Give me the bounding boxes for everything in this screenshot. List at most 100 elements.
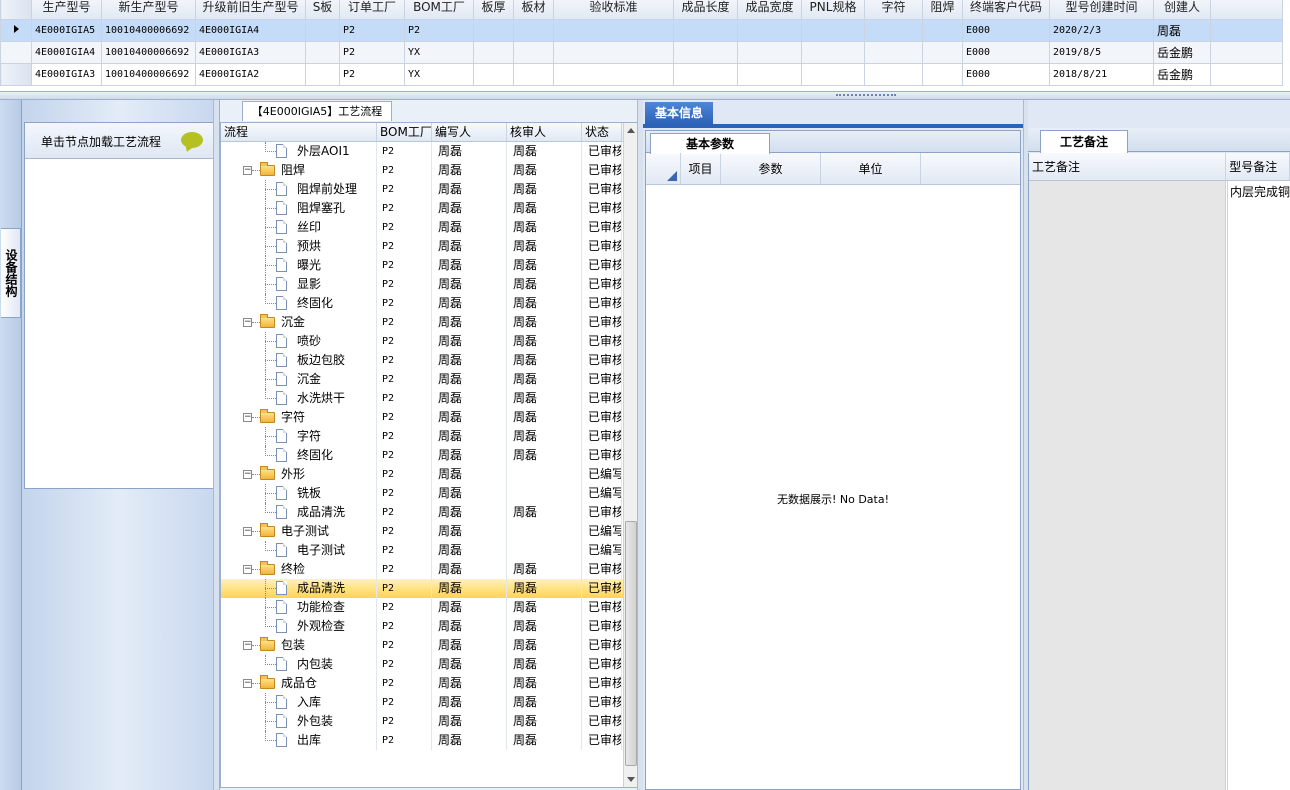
table-cell[interactable]: E000 xyxy=(962,63,1050,86)
writer-cell[interactable]: 周磊 xyxy=(432,712,507,731)
status-cell[interactable]: 已审核 xyxy=(582,389,622,408)
col-header[interactable]: 订单工厂 xyxy=(339,0,405,20)
tree-folder-row[interactable]: − 阻焊 P2 周磊 周磊 已审核 xyxy=(221,161,638,180)
col-header[interactable]: PNL规格 xyxy=(801,0,865,20)
writer-cell[interactable]: 周磊 xyxy=(432,142,507,161)
writer-cell[interactable]: 周磊 xyxy=(432,560,507,579)
tree-leaf-row[interactable]: 入库 P2 周磊 周磊 已审核 xyxy=(221,693,638,712)
status-cell[interactable]: 已审核 xyxy=(582,427,622,446)
table-cell[interactable] xyxy=(737,63,802,86)
reviewer-cell[interactable]: 周磊 xyxy=(507,237,582,256)
writer-cell[interactable]: 周磊 xyxy=(432,674,507,693)
reviewer-cell[interactable] xyxy=(507,465,582,484)
collapse-toggle-icon[interactable]: − xyxy=(243,166,252,175)
table-cell[interactable] xyxy=(801,19,865,42)
status-cell[interactable]: 已审核 xyxy=(582,712,622,731)
tree-node[interactable]: − 外形 xyxy=(221,465,377,484)
writer-cell[interactable]: 周磊 xyxy=(432,199,507,218)
tree-leaf-row[interactable]: 铣板 P2 周磊 已编写 xyxy=(221,484,638,503)
reviewer-cell[interactable]: 周磊 xyxy=(507,655,582,674)
tree-leaf-row[interactable]: 阻焊塞孔 P2 周磊 周磊 已审核 xyxy=(221,199,638,218)
writer-cell[interactable]: 周磊 xyxy=(432,636,507,655)
status-cell[interactable]: 已审核 xyxy=(582,294,622,313)
writer-cell[interactable]: 周磊 xyxy=(432,180,507,199)
reviewer-cell[interactable] xyxy=(507,522,582,541)
table-cell[interactable]: 4E000IGIA2 xyxy=(195,63,306,86)
writer-cell[interactable]: 周磊 xyxy=(432,731,507,750)
tree-node[interactable]: 终固化 xyxy=(221,446,377,465)
col-header-bom[interactable]: BOM工厂 xyxy=(377,123,432,141)
col-header[interactable]: 创建人 xyxy=(1153,0,1211,20)
tree-leaf-row[interactable]: 功能检查 P2 周磊 周磊 已审核 xyxy=(221,598,638,617)
tab-basic-info[interactable]: 基本信息 xyxy=(645,102,713,124)
status-cell[interactable]: 已审核 xyxy=(582,617,622,636)
row-header[interactable] xyxy=(0,41,32,64)
col-header[interactable]: 成品长度 xyxy=(673,0,738,20)
status-cell[interactable]: 已审核 xyxy=(582,180,622,199)
reviewer-cell[interactable] xyxy=(507,484,582,503)
tree-leaf-row[interactable]: 预烘 P2 周磊 周磊 已审核 xyxy=(221,237,638,256)
current-row-arrow-icon[interactable] xyxy=(0,19,32,42)
reviewer-cell[interactable]: 周磊 xyxy=(507,579,582,598)
table-cell[interactable] xyxy=(864,41,923,64)
table-cell[interactable]: P2 xyxy=(339,19,405,42)
tree-folder-row[interactable]: − 终检 P2 周磊 周磊 已审核 xyxy=(221,560,638,579)
bom-cell[interactable]: P2 xyxy=(377,370,432,389)
table-cell[interactable] xyxy=(673,63,738,86)
tree-leaf-row[interactable]: 显影 P2 周磊 周磊 已审核 xyxy=(221,275,638,294)
bom-cell[interactable]: P2 xyxy=(377,313,432,332)
writer-cell[interactable]: 周磊 xyxy=(432,237,507,256)
scroll-up-icon[interactable] xyxy=(627,128,635,133)
tree-node[interactable]: − 包装 xyxy=(221,636,377,655)
status-cell[interactable]: 已审核 xyxy=(582,674,622,693)
table-cell[interactable]: 2019/8/5 xyxy=(1049,41,1154,64)
reviewer-cell[interactable]: 周磊 xyxy=(507,142,582,161)
reviewer-cell[interactable]: 周磊 xyxy=(507,370,582,389)
bom-cell[interactable]: P2 xyxy=(377,180,432,199)
status-cell[interactable]: 已审核 xyxy=(582,199,622,218)
bom-cell[interactable]: P2 xyxy=(377,294,432,313)
tree-node[interactable]: 功能检查 xyxy=(221,598,377,617)
reviewer-cell[interactable]: 周磊 xyxy=(507,674,582,693)
writer-cell[interactable]: 周磊 xyxy=(432,332,507,351)
bom-cell[interactable]: P2 xyxy=(377,351,432,370)
tree-node[interactable]: 字符 xyxy=(221,427,377,446)
collapse-toggle-icon[interactable]: − xyxy=(243,527,252,536)
col-header-unit[interactable]: 单位 xyxy=(821,153,921,184)
tree-scrollbar[interactable] xyxy=(623,123,638,787)
bom-cell[interactable]: P2 xyxy=(377,275,432,294)
reviewer-cell[interactable]: 周磊 xyxy=(507,218,582,237)
table-cell[interactable] xyxy=(473,19,514,42)
row-header[interactable] xyxy=(0,63,32,86)
table-row[interactable]: 4E000IGIA4 10010400006692 4E000IGIA3 P2 YX E0… xyxy=(0,41,1283,64)
table-cell[interactable] xyxy=(864,19,923,42)
remark-grid[interactable]: 工艺备注 型号备注 内层完成铜厚 xyxy=(1028,153,1290,790)
col-header-param[interactable]: 参数 xyxy=(721,153,821,184)
table-cell[interactable]: 周磊 xyxy=(1153,19,1211,42)
tree-node[interactable]: 曝光 xyxy=(221,256,377,275)
tree-leaf-row[interactable]: 外观检查 P2 周磊 周磊 已审核 xyxy=(221,617,638,636)
status-cell[interactable]: 已审核 xyxy=(582,218,622,237)
col-header-writer[interactable]: 编写人 xyxy=(432,123,507,141)
bom-cell[interactable]: P2 xyxy=(377,199,432,218)
bom-cell[interactable]: P2 xyxy=(377,332,432,351)
tree-node[interactable]: 沉金 xyxy=(221,370,377,389)
writer-cell[interactable]: 周磊 xyxy=(432,503,507,522)
col-header[interactable]: 阻焊 xyxy=(922,0,963,20)
bom-cell[interactable]: P2 xyxy=(377,256,432,275)
writer-cell[interactable]: 周磊 xyxy=(432,541,507,560)
status-cell[interactable]: 已审核 xyxy=(582,408,622,427)
writer-cell[interactable]: 周磊 xyxy=(432,693,507,712)
tree-node[interactable]: 成品清洗 xyxy=(221,503,377,522)
reviewer-cell[interactable]: 周磊 xyxy=(507,256,582,275)
tree-node[interactable]: 外包装 xyxy=(221,712,377,731)
writer-cell[interactable]: 周磊 xyxy=(432,218,507,237)
bom-cell[interactable]: P2 xyxy=(377,655,432,674)
table-cell[interactable]: P2 xyxy=(339,63,405,86)
table-cell[interactable] xyxy=(922,41,963,64)
bom-cell[interactable]: P2 xyxy=(377,617,432,636)
table-cell[interactable] xyxy=(473,63,514,86)
reviewer-cell[interactable]: 周磊 xyxy=(507,731,582,750)
writer-cell[interactable]: 周磊 xyxy=(432,161,507,180)
tree-node[interactable]: 终固化 xyxy=(221,294,377,313)
